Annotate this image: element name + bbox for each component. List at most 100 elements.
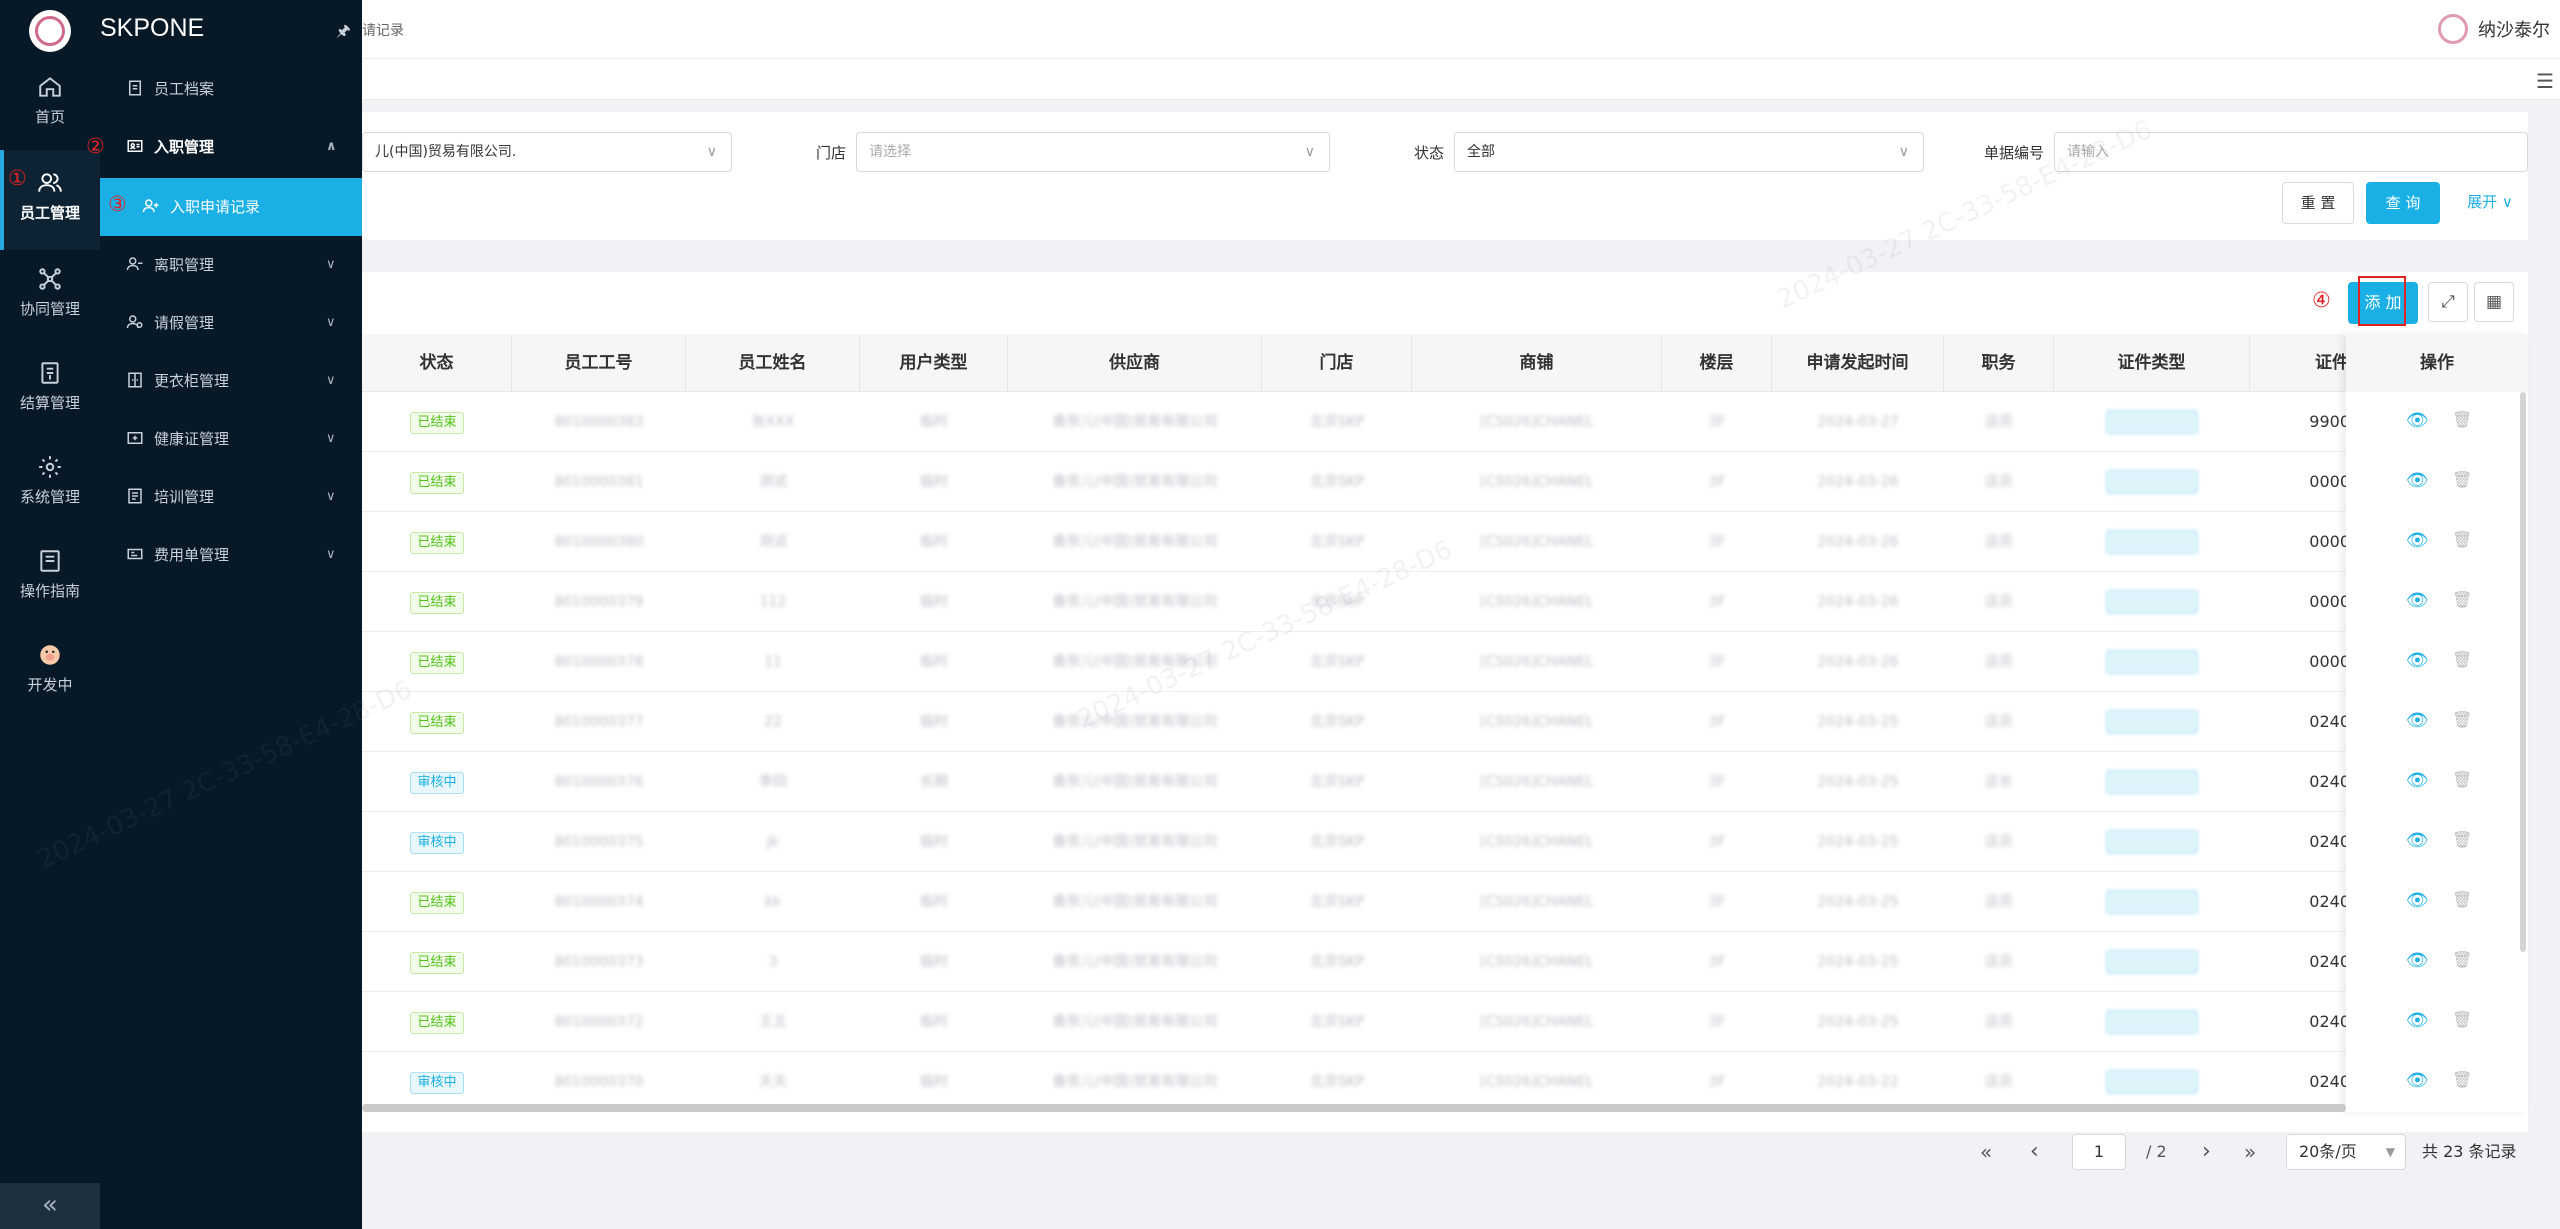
submenu-item-onboarding[interactable]: 入职管理 ∧ [100,118,362,176]
delete-icon[interactable]: 🗑 [2452,770,2472,789]
delete-icon[interactable]: 🗑 [2452,710,2472,729]
rail-item-guide[interactable]: 操作指南 [0,534,100,624]
column-header-store[interactable]: 门店 [1262,334,1412,392]
breadcrumb[interactable]: 请记录 [362,20,404,40]
column-header-cert[interactable]: 证件 [2250,334,2350,392]
expand-button[interactable]: 展开 ∨ [2460,182,2520,224]
cell-date: 2024-03-25 [1817,714,1899,730]
column-header-shop[interactable]: 商铺 [1412,334,1662,392]
fullscreen-icon[interactable]: ⤢ [2428,282,2468,322]
delete-icon[interactable]: 🗑 [2452,830,2472,849]
view-icon[interactable]: 👁 [2406,770,2429,791]
cell-utype: 临时 [920,1014,948,1030]
table-row[interactable]: 已结束 8010000378 11 临时 香奈儿(中国)贸易有限公司 北京SKP [CS02… [362,632,2528,692]
delete-icon[interactable]: 🗑 [2452,950,2472,969]
view-icon[interactable]: 👁 [2406,590,2429,611]
rail-item-home[interactable]: 首页 [0,60,100,150]
column-header-employee-name[interactable]: 员工姓名 [686,334,860,392]
submenu-item-training[interactable]: 培训管理 ∨ [100,468,362,526]
delete-icon[interactable]: 🗑 [2452,650,2472,669]
locker-icon [128,372,142,388]
first-page-button[interactable]: « [1980,1132,1992,1172]
view-icon[interactable]: 👁 [2406,1010,2429,1031]
table-row[interactable]: 已结束 8010000377 22 临时 香奈儿(中国)贸易有限公司 北京SKP [CS02… [362,692,2528,752]
submenu-item-onboarding-records[interactable]: 入职申请记录 [100,178,362,236]
rail-item-dev[interactable]: 开发中 [0,628,100,718]
cell-floor: 3F [1708,1014,1726,1030]
view-icon[interactable]: 👁 [2406,470,2429,491]
next-page-button[interactable]: › [2202,1132,2211,1172]
user-menu[interactable]: 纳沙泰尔 [2438,14,2550,44]
table-row[interactable]: 已结束 8010000380 测试 临时 香奈儿(中国)贸易有限公司 北京SKP [CS02… [362,512,2528,572]
last-page-button[interactable]: » [2244,1132,2256,1172]
logo[interactable] [29,10,71,52]
rail-item-collab[interactable]: 协同管理 [0,252,100,342]
vertical-scrollbar[interactable] [2520,392,2526,952]
view-icon[interactable]: 👁 [2406,890,2429,911]
delete-icon[interactable]: 🗑 [2452,890,2472,909]
view-icon[interactable]: 👁 [2406,710,2429,731]
rail-item-employee[interactable]: 员工管理 [0,150,100,250]
collapse-sidebar-button[interactable]: « [0,1183,100,1229]
rail-item-settlement[interactable]: 结算管理 [0,346,100,436]
reset-button[interactable]: 重 置 [2282,182,2354,224]
submenu-item-leave[interactable]: 请假管理 ∨ [100,294,362,352]
column-header-user-type[interactable]: 用户类型 [860,334,1008,392]
user-add-icon [142,199,159,213]
delete-icon[interactable]: 🗑 [2452,1010,2472,1029]
column-header-supplier[interactable]: 供应商 [1008,334,1262,392]
table-row[interactable]: 已结束 8010000379 112 临时 香奈儿(中国)贸易有限公司 北京SKP [CS0… [362,572,2528,632]
column-header-operations: 操作 [2346,334,2528,392]
prev-page-button[interactable]: ‹ [2030,1132,2039,1172]
store-select[interactable]: 请选择 ∨ [856,132,1330,172]
page-size-select[interactable]: 20条/页 ▼ [2286,1134,2406,1170]
submenu-item-resignation[interactable]: 离职管理 ∨ [100,236,362,294]
delete-icon[interactable]: 🗑 [2452,530,2472,549]
view-icon[interactable]: 👁 [2406,410,2429,431]
column-header-cert-type[interactable]: 证件类型 [2054,334,2250,392]
company-select[interactable]: 儿(中国)贸易有限公司. ∨ [362,132,732,172]
column-header-status[interactable]: 状态 [362,334,512,392]
submenu-item-employee-file[interactable]: 员工档案 [100,60,362,118]
table-row[interactable]: 审核中 8010000376 李四 长期 香奈儿(中国)贸易有限公司 北京SKP [CS02… [362,752,2528,812]
cert-number-cell: 0240 [2309,712,2350,731]
table-row[interactable]: 已结束 8010000373 3 临时 香奈儿(中国)贸易有限公司 北京SKP [CS026… [362,932,2528,992]
hamburger-icon[interactable]: ☰ [2536,69,2554,93]
status-badge: 审核中 [410,832,464,854]
submenu-item-health[interactable]: 健康证管理 ∨ [100,410,362,468]
delete-icon[interactable]: 🗑 [2452,410,2472,429]
table-row[interactable]: 已结束 8010000374 kk 临时 香奈儿(中国)贸易有限公司 北京SKP [CS02… [362,872,2528,932]
collab-icon [39,268,61,290]
doc-number-input[interactable]: 请输入 [2054,132,2528,172]
view-icon[interactable]: 👁 [2406,650,2429,671]
column-header-apply-time[interactable]: 申请发起时间 [1772,334,1944,392]
column-header-employee-id[interactable]: 员工工号 [512,334,686,392]
delete-icon[interactable]: 🗑 [2452,1070,2472,1089]
status-select[interactable]: 全部 ∨ [1454,132,1924,172]
table-row[interactable]: 已结束 8010000381 测试 临时 香奈儿(中国)贸易有限公司 北京SKP [CS02… [362,452,2528,512]
column-header-role[interactable]: 职务 [1944,334,2054,392]
view-icon[interactable]: 👁 [2406,830,2429,851]
delete-icon[interactable]: 🗑 [2452,590,2472,609]
page-number-input[interactable]: 1 [2072,1134,2126,1170]
table-row[interactable]: 已结束 8010000372 王五 临时 香奈儿(中国)贸易有限公司 北京SKP [CS02… [362,992,2528,1052]
rail-item-system[interactable]: 系统管理 [0,440,100,530]
cell-name: 李四 [759,774,787,790]
table-row[interactable]: 已结束 8010000383 张XXX 临时 香奈儿(中国)贸易有限公司 北京SKP [CS… [362,392,2528,452]
submenu-item-expense[interactable]: 费用单管理 ∨ [100,526,362,584]
column-layout-icon[interactable]: ▦ [2474,282,2514,322]
delete-icon[interactable]: 🗑 [2452,470,2472,489]
view-icon[interactable]: 👁 [2406,530,2429,551]
cell-store: 北京SKP [1309,474,1365,490]
table-row[interactable]: 审核中 8010000370 天天 临时 香奈儿(中国)贸易有限公司 北京SKP [CS02… [362,1052,2528,1112]
column-header-floor[interactable]: 楼层 [1662,334,1772,392]
view-icon[interactable]: 👁 [2406,1070,2429,1091]
pin-icon[interactable]: 🖈 [336,20,351,47]
view-icon[interactable]: 👁 [2406,950,2429,971]
submenu-item-locker[interactable]: 更衣柜管理 ∨ [100,352,362,410]
user-name: 纳沙泰尔 [2478,20,2550,41]
horizontal-scrollbar[interactable] [362,1104,2346,1112]
query-button[interactable]: 查 询 [2366,182,2440,224]
table-row[interactable]: 审核中 8010000375 jk 临时 香奈儿(中国)贸易有限公司 北京SKP [CS02… [362,812,2528,872]
user-minus-icon [126,257,143,271]
